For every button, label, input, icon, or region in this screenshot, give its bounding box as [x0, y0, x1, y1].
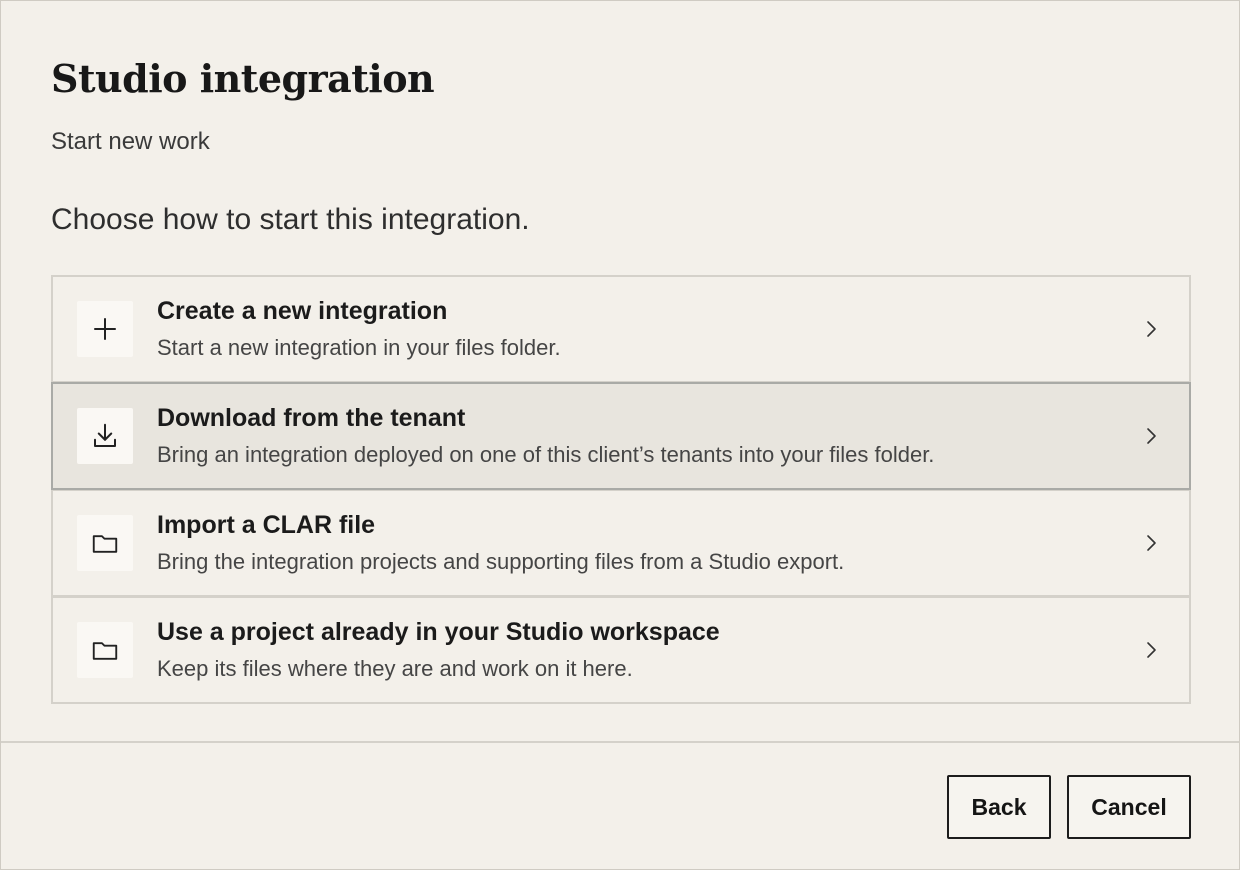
folder-icon: [77, 622, 133, 678]
option-title: Create a new integration: [157, 297, 448, 325]
option-description: Start a new integration in your files fo…: [157, 335, 561, 360]
option-title: Download from the tenant: [157, 404, 466, 432]
option-description: Keep its files where they are and work o…: [157, 656, 633, 681]
dialog-subtitle: Start new work: [51, 128, 210, 155]
folder-icon: [77, 515, 133, 571]
dialog-prompt: Choose how to start this integration.: [51, 203, 530, 236]
option-description: Bring the integration projects and suppo…: [157, 549, 845, 574]
option-use-workspace-project[interactable]: Use a project already in your Studio wor…: [51, 596, 1191, 704]
chevron-right-icon: [1147, 321, 1156, 337]
option-description: Bring an integration deployed on one of …: [157, 442, 935, 467]
cancel-button[interactable]: Cancel: [1067, 775, 1191, 839]
chevron-right-icon: [1147, 428, 1156, 444]
option-title: Use a project already in your Studio wor…: [157, 618, 720, 646]
chevron-right-icon: [1147, 642, 1156, 658]
back-button[interactable]: Back: [947, 775, 1051, 839]
chevron-right-icon: [1147, 535, 1156, 551]
start-options-list: Create a new integration Start a new int…: [51, 275, 1191, 704]
studio-integration-dialog: Studio integration Start new work Choose…: [0, 0, 1240, 870]
dialog-title: Studio integration: [51, 56, 435, 101]
option-create-new-integration[interactable]: Create a new integration Start a new int…: [51, 275, 1191, 383]
option-title: Import a CLAR file: [157, 511, 376, 539]
option-download-from-tenant[interactable]: Download from the tenant Bring an integr…: [51, 382, 1191, 490]
footer-divider: [1, 741, 1239, 743]
plus-icon: [77, 301, 133, 357]
option-import-clar-file[interactable]: Import a CLAR file Bring the integration…: [51, 489, 1191, 597]
download-icon: [77, 408, 133, 464]
